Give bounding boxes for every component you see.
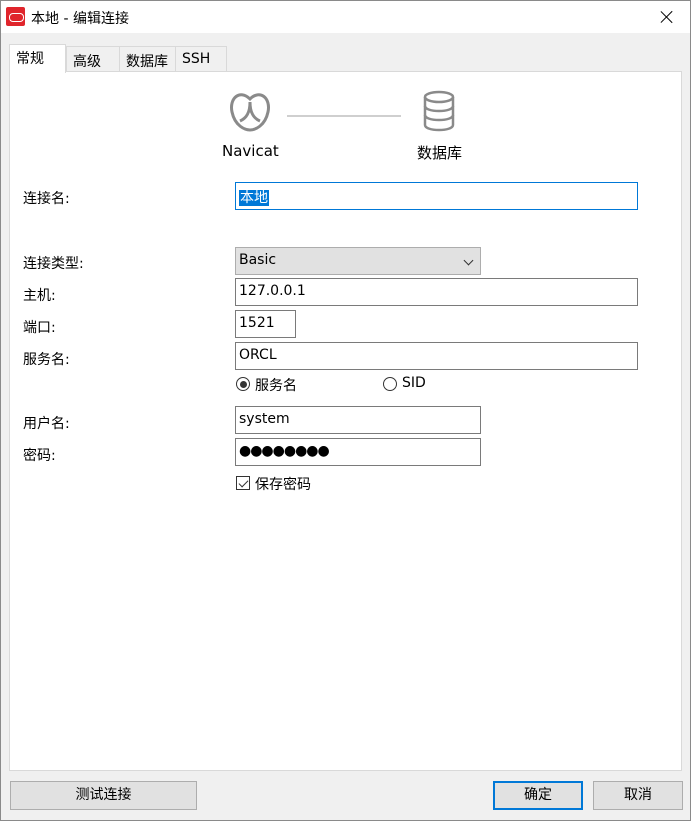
oracle-app-icon [6, 7, 25, 26]
close-icon[interactable] [644, 1, 690, 33]
tab-database[interactable]: 数据库 [119, 46, 176, 72]
chevron-down-icon [463, 255, 474, 266]
cancel-button[interactable]: 取消 [593, 781, 683, 810]
save-password-label[interactable]: 保存密码 [255, 474, 311, 494]
password-label: 密码: [23, 448, 56, 464]
tab-ssh[interactable]: SSH [175, 46, 227, 72]
title-bar: 本地 - 编辑连接 [1, 1, 690, 33]
ok-button[interactable]: 确定 [493, 781, 583, 810]
tab-general[interactable]: 常规 [9, 44, 66, 73]
connection-line [287, 115, 401, 117]
service-name-input[interactable]: ORCL [235, 342, 638, 370]
service-name-radio-label[interactable]: 服务名 [255, 375, 297, 395]
database-icon [423, 90, 455, 132]
connection-type-select[interactable]: Basic [235, 247, 481, 275]
port-label: 端口: [23, 320, 56, 336]
username-input[interactable]: system [235, 406, 481, 434]
save-password-checkbox[interactable] [236, 476, 250, 490]
service-name-label: 服务名: [23, 352, 70, 368]
host-label: 主机: [23, 288, 56, 304]
window-title: 本地 - 编辑连接 [31, 11, 129, 27]
connection-name-value: 本地 [239, 190, 269, 206]
connection-name-label: 连接名: [23, 191, 70, 207]
sid-radio[interactable] [383, 377, 397, 391]
password-input[interactable]: ●●●●●●●● [235, 438, 481, 466]
edit-connection-dialog: 本地 - 编辑连接 常规 高级 数据库 SSH Navicat 数据库 连接名:… [0, 0, 691, 821]
port-input[interactable]: 1521 [235, 310, 296, 338]
host-input[interactable]: 127.0.0.1 [235, 278, 638, 306]
sid-radio-label[interactable]: SID [402, 375, 426, 391]
connection-name-input[interactable]: 本地 [235, 182, 638, 210]
database-label: 数据库 [417, 144, 463, 162]
tab-advanced[interactable]: 高级 [66, 46, 120, 72]
navicat-label: Navicat [222, 142, 279, 160]
connection-type-value: Basic [239, 252, 277, 268]
test-connection-button[interactable]: 测试连接 [10, 781, 197, 810]
navicat-logo-icon [230, 93, 270, 132]
service-name-radio[interactable] [236, 377, 250, 391]
username-label: 用户名: [23, 416, 70, 432]
connection-type-label: 连接类型: [23, 256, 84, 272]
